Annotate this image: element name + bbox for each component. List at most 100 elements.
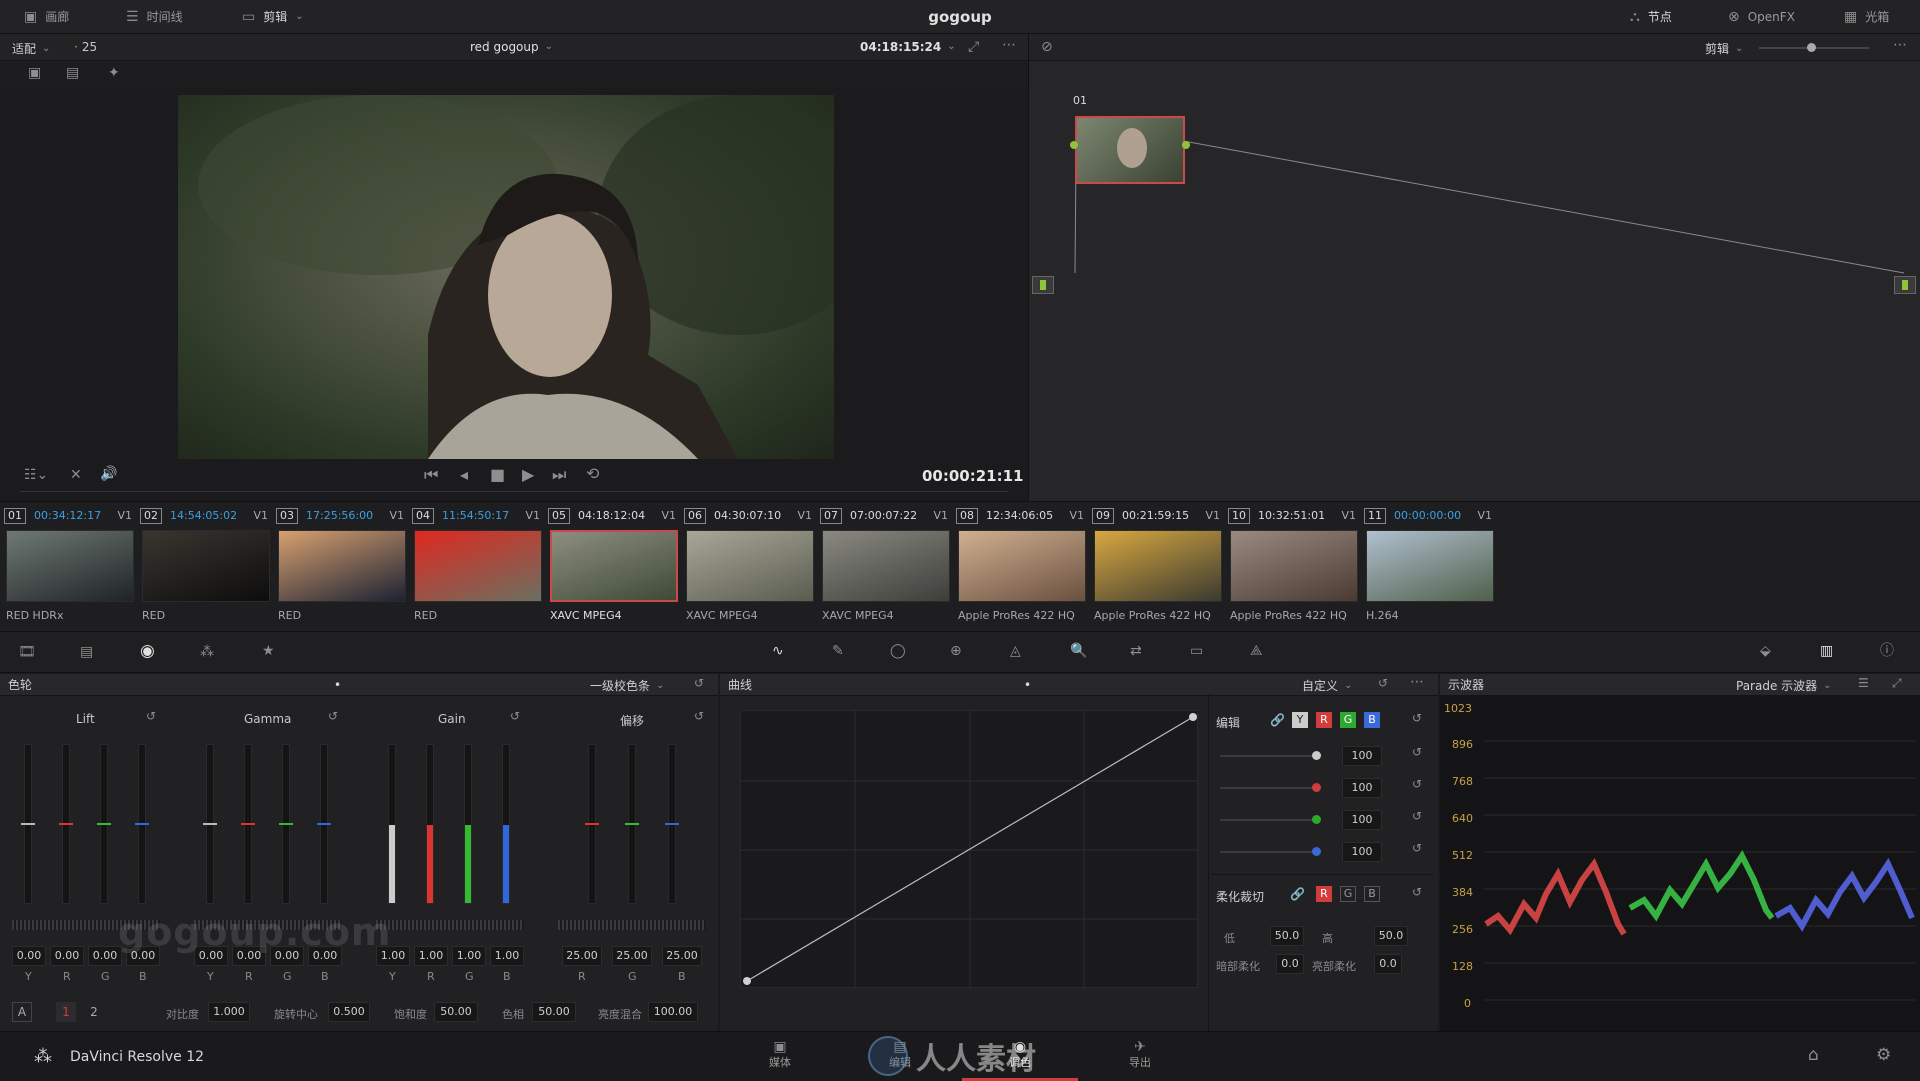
reset-g-icon[interactable]: ↺	[1412, 810, 1422, 822]
page-color-button[interactable]: ◉ 调色	[962, 1040, 1078, 1081]
fullscreen-icon[interactable]: ⤢	[968, 40, 979, 54]
page-dot-icon[interactable]: •	[1024, 678, 1031, 692]
lift-y-value[interactable]: 0.00	[12, 946, 46, 966]
gamma-y-slider[interactable]	[203, 744, 217, 904]
disable-icon[interactable]: ⊘	[1041, 40, 1053, 54]
timeline-button[interactable]: ☰ 时间线	[116, 0, 193, 34]
high-value[interactable]: 50.0	[1374, 926, 1408, 946]
page-dot-icon[interactable]: •	[334, 678, 341, 692]
gain-g-slider[interactable]	[464, 744, 472, 904]
gain-y-slider[interactable]	[388, 744, 396, 904]
offset-g-slider[interactable]	[625, 744, 639, 904]
mode-a-button[interactable]: A	[12, 1002, 32, 1022]
page-edit-button[interactable]: ▤ 编辑	[882, 1040, 918, 1070]
scope-type-dropdown[interactable]: Parade 示波器 ⌄	[1736, 677, 1832, 694]
reset-offset-icon[interactable]: ↺	[694, 710, 704, 722]
saturation-value[interactable]: 50.00	[434, 1002, 478, 1022]
page-media-button[interactable]: ▣ 媒体	[762, 1040, 798, 1070]
more-options-icon[interactable]: ⋯	[1002, 38, 1016, 52]
magic-wand-icon[interactable]: ✦	[108, 66, 120, 80]
paint-bucket-icon[interactable]: ⬙	[1760, 644, 1771, 658]
wipe-icon[interactable]: ▤	[66, 66, 79, 80]
clip-thumbnail[interactable]	[142, 530, 270, 602]
channel-g-button[interactable]: G	[1340, 712, 1356, 728]
grid-menu-icon[interactable]: ☷⌄	[24, 468, 48, 482]
curve-point-high[interactable]	[1189, 713, 1197, 721]
page-1-button[interactable]: 1	[56, 1002, 76, 1022]
curve-preset-dropdown[interactable]: 自定义 ⌄	[1302, 677, 1352, 694]
clip-thumbnail[interactable]	[414, 530, 542, 602]
node-output-port[interactable]	[1182, 141, 1190, 149]
clip-thumbnail[interactable]	[958, 530, 1086, 602]
node-zoom-slider[interactable]	[1759, 43, 1869, 52]
clips-button[interactable]: ▭ 剪辑 ⌄	[232, 0, 314, 34]
clip-item[interactable]: 10 10:32:51:01 V1 Apple ProRes 422 HQ	[1224, 502, 1358, 627]
lift-r-slider[interactable]	[59, 744, 73, 904]
scope-settings-icon[interactable]: ☰	[1858, 677, 1869, 689]
reset-gain-icon[interactable]: ↺	[510, 710, 520, 722]
gain-r-slider[interactable]	[426, 744, 434, 904]
volume-icon[interactable]: 🔊	[100, 467, 117, 481]
zoom-value[interactable]: · 25	[74, 40, 97, 54]
motion-effects-icon[interactable]: ★	[262, 644, 275, 658]
clip-thumbnail[interactable]	[822, 530, 950, 602]
rgb-mixer-icon[interactable]: ⁂	[200, 645, 214, 659]
source-timecode[interactable]: 04:18:15:24 ⌄	[860, 40, 956, 54]
lift-b-slider[interactable]	[135, 744, 149, 904]
curves-icon[interactable]: ∿	[772, 644, 784, 658]
color-wheels-icon[interactable]: ◉	[140, 643, 155, 660]
source-input[interactable]	[1032, 276, 1054, 294]
clip-item[interactable]: 06 04:30:07:10 V1 XAVC MPEG4	[680, 502, 814, 627]
clip-thumbnail[interactable]	[1094, 530, 1222, 602]
slider-handle[interactable]	[1807, 43, 1816, 52]
reset-b-icon[interactable]: ↺	[1412, 842, 1422, 854]
gain-master-wheel[interactable]	[376, 920, 524, 930]
gain-b-value[interactable]: 1.00	[490, 946, 524, 966]
r-intensity-value[interactable]: 100	[1342, 778, 1382, 798]
reset-lift-icon[interactable]: ↺	[146, 710, 156, 722]
gamma-g-slider[interactable]	[279, 744, 293, 904]
qualifier-icon[interactable]: ✎	[832, 644, 844, 658]
clip-thumbnail[interactable]	[1366, 530, 1494, 602]
go-to-start-icon[interactable]: ⏮	[424, 467, 438, 483]
offset-r-slider[interactable]	[585, 744, 599, 904]
g-intensity-value[interactable]: 100	[1342, 810, 1382, 830]
channel-b-button[interactable]: B	[1364, 712, 1380, 728]
camera-raw-icon[interactable]: 🎞	[18, 645, 36, 659]
tracker-icon[interactable]: ⊕	[950, 644, 962, 658]
clip-thumbnail[interactable]	[1230, 530, 1358, 602]
page-deliver-button[interactable]: ✈ 导出	[1122, 1040, 1158, 1070]
split-view-icon[interactable]: ▣	[28, 66, 41, 80]
go-to-end-icon[interactable]: ⏭	[552, 467, 566, 483]
offset-b-slider[interactable]	[665, 744, 679, 904]
g-intensity-slider[interactable]	[1220, 815, 1321, 824]
clip-item[interactable]: 11 00:00:00:00 V1 H.264	[1360, 502, 1494, 627]
settings-gear-icon[interactable]: ⚙	[1876, 1047, 1891, 1064]
nodes-button[interactable]: ⛬ 节点	[1620, 0, 1682, 34]
more-options-icon[interactable]: ⋯	[1410, 675, 1424, 689]
reset-icon[interactable]: ↺	[694, 677, 704, 689]
clip-item[interactable]: 04 11:54:50:17 V1 RED	[408, 502, 542, 627]
gain-b-slider[interactable]	[502, 744, 510, 904]
page-2-button[interactable]: 2	[84, 1002, 104, 1022]
sizing-icon[interactable]: ⇄	[1130, 644, 1142, 658]
stop-icon[interactable]: ■	[490, 467, 505, 483]
clip-name-dropdown[interactable]: red gogoup ⌄	[470, 40, 553, 54]
lightbox-button[interactable]: ▦ 光箱	[1834, 0, 1899, 34]
low-value[interactable]: 50.0	[1270, 926, 1304, 946]
expand-icon[interactable]: ⤢	[1892, 677, 1902, 689]
clip-item[interactable]: 09 00:21:59:15 V1 Apple ProRes 422 HQ	[1088, 502, 1222, 627]
key-icon[interactable]: 🔍	[1070, 644, 1087, 658]
reset-r-icon[interactable]: ↺	[1412, 778, 1422, 790]
offset-master-wheel[interactable]	[558, 920, 706, 930]
pivot-value[interactable]: 0.500	[328, 1002, 370, 1022]
clip-item[interactable]: 07 07:00:07:22 V1 XAVC MPEG4	[816, 502, 950, 627]
lift-g-slider[interactable]	[97, 744, 111, 904]
high-soft-value[interactable]: 0.0	[1374, 954, 1402, 974]
gamma-r-slider[interactable]	[241, 744, 255, 904]
clip-item-selected[interactable]: 05 04:18:12:04 V1 XAVC MPEG4	[544, 502, 678, 627]
clip-thumbnail[interactable]	[550, 530, 678, 602]
gain-g-value[interactable]: 1.00	[452, 946, 486, 966]
low-soft-value[interactable]: 0.0	[1276, 954, 1304, 974]
bypass-icon[interactable]: ✕	[70, 468, 82, 482]
